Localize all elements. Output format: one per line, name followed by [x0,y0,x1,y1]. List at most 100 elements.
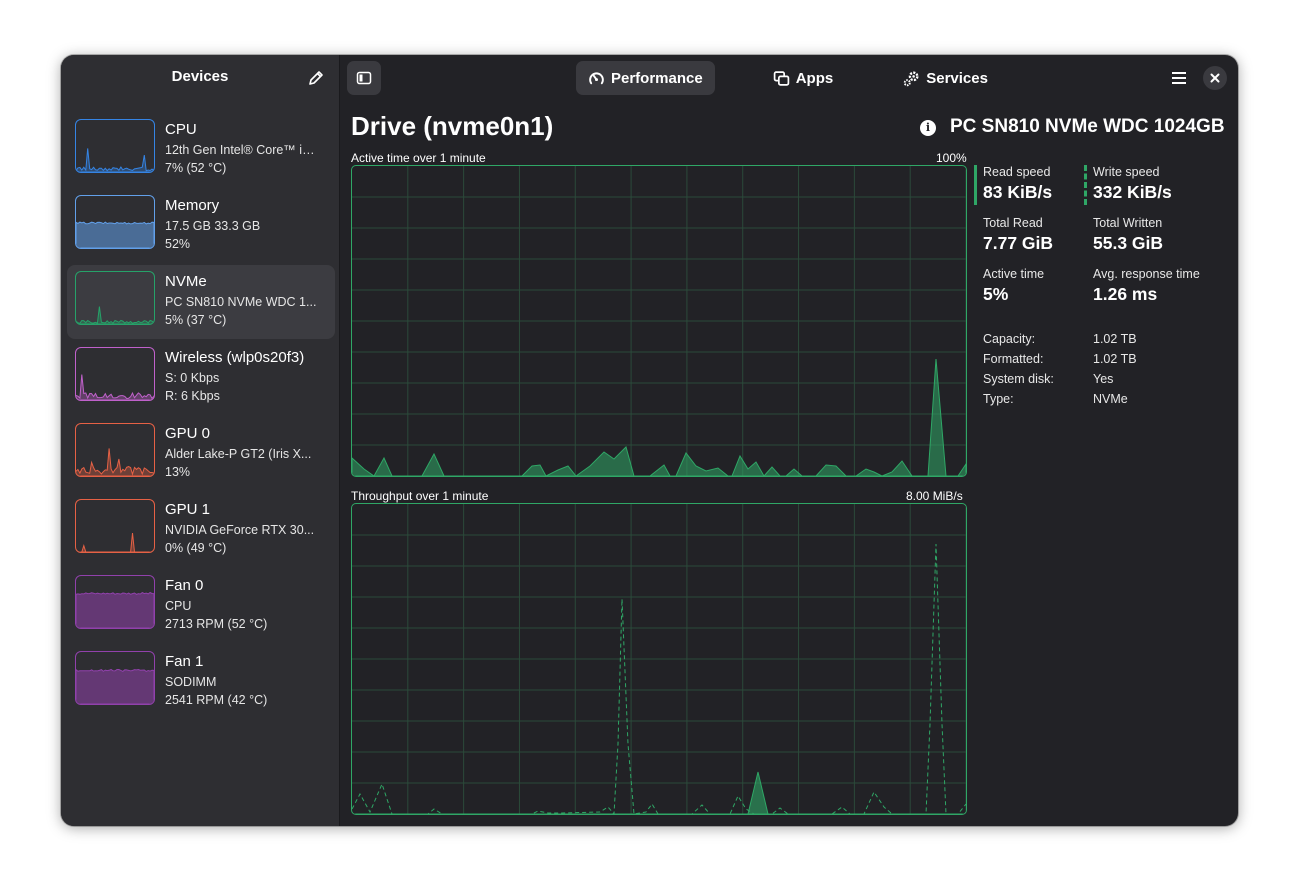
read-speed-label: Read speed [983,165,1051,179]
sidebar-device-item[interactable]: Wireless (wlp0s20f3) S: 0 Kbps R: 6 Kbps [67,341,335,415]
main-menu-button[interactable] [1166,65,1192,91]
device-sparkline [76,374,154,400]
device-sparkline-area [76,148,154,172]
device-sparkline [76,591,154,628]
device-detail-line2: 52% [165,237,191,251]
device-detail-line2: 13% [165,465,191,479]
page-title: Drive (nvme0n1) [351,111,554,141]
throughput-graph-max: 8.00 MiB/s [906,489,963,503]
active-graph-label: Active time over 1 minute [351,151,486,165]
prop-system-disk-key: System disk: [983,372,1054,386]
sidebar-device-item[interactable]: Memory 17.5 GB 33.3 GB 52% [67,189,335,263]
total-written-label: Total Written [1093,216,1163,230]
write-speed-legend [1084,165,1087,205]
sidebar: Devices CPU 12th Gen Intel® Core™ i7-... 7… [61,55,340,826]
prop-system-disk-value: Yes [1093,372,1114,386]
sidebar-header: Devices [61,55,339,101]
write-speed-stat: Write speed 332 KiB/s [1084,165,1172,205]
tab-apps-label: Apps [795,69,834,87]
device-sparkline [76,148,154,172]
edit-button[interactable] [303,65,329,91]
write-speed-label: Write speed [1093,165,1160,179]
pencil-icon [309,71,323,85]
device-graph-thumbnail [75,651,155,705]
read-speed-value: 83 KiB/s [983,182,1053,202]
device-graph-thumbnail [75,195,155,249]
device-detail-line1: SODIMM [165,675,217,689]
device-sparkline-area [76,306,154,324]
active-time-label: Active time [983,267,1045,281]
device-sparkline [76,306,154,324]
total-written-stat: Total Written 55.3 GiB [1093,216,1163,254]
prop-formatted-key: Formatted: [983,352,1044,366]
device-sparkline [76,533,154,552]
read-speed-stat: Read speed 83 KiB/s [974,165,1053,205]
write-throughput-line [352,543,966,814]
sidebar-device-item[interactable]: CPU 12th Gen Intel® Core™ i7-... 7% (52 °C… [67,113,335,187]
total-read-stat: Total Read 7.77 GiB [983,216,1053,254]
tab-apps[interactable]: Apps [761,61,846,95]
prop-type-value: NVMe [1093,392,1128,406]
total-read-value: 7.77 GiB [983,233,1054,253]
read-speed-legend [974,165,977,205]
sidebar-title: Devices [171,68,229,85]
sidebar-device-item[interactable]: GPU 0 Alder Lake-P GT2 (Iris X... 13% [67,417,335,491]
gauge-icon [589,71,604,84]
tab-performance[interactable]: Performance [576,61,715,95]
active-time-value: 5% [983,284,1009,304]
avg-response-value: 1.26 ms [1093,284,1158,304]
device-graph-thumbnail [75,271,155,325]
sidebar-toggle-button[interactable] [347,61,381,95]
sidebar-icon [356,71,372,85]
throughput-graph-label: Throughput over 1 minute [351,489,489,503]
main-area: Performance Apps Services Drive (nvme0n1… [340,55,1238,826]
device-name: Fan 0 [165,577,204,594]
sidebar-device-item[interactable]: GPU 1 NVIDIA GeForce RTX 30... 0% (49 °C) [67,493,335,567]
active-time-graph [351,165,967,477]
active-time-plot [352,166,966,476]
device-name: Fan 1 [165,653,204,670]
device-sparkline [76,221,154,248]
services-icon [903,70,919,86]
device-graph-thumbnail [75,119,155,173]
sidebar-device-item[interactable]: NVMe PC SN810 NVMe WDC 1... 5% (37 °C) [67,265,335,339]
device-detail-line1: S: 0 Kbps [165,371,220,385]
device-detail-line1: CPU [165,599,192,613]
avg-response-stat: Avg. response time 1.26 ms [1093,267,1200,305]
device-name: GPU 0 [165,425,211,442]
prop-type-key: Type: [983,392,1014,406]
prop-capacity-key: Capacity: [983,332,1036,346]
header-bar: Performance Apps Services [340,55,1238,101]
device-list: CPU 12th Gen Intel® Core™ i7-... 7% (52 °C… [67,113,335,721]
close-icon [1210,73,1220,83]
device-detail-line2: 2541 RPM (42 °C) [165,693,268,707]
device-detail-line1: 17.5 GB 33.3 GB [165,219,261,233]
device-sparkline-area [76,448,154,476]
device-detail-line2: 5% (37 °C) [165,313,227,327]
tab-services[interactable]: Services [891,61,1000,95]
sidebar-device-item[interactable]: Fan 0 CPU 2713 RPM (52 °C) [67,569,335,643]
view-switcher: Performance Apps Services [576,61,1046,95]
prop-formatted-value: 1.02 TB [1093,352,1137,366]
device-graph-thumbnail [75,347,155,401]
device-sparkline-area [76,221,154,248]
device-graph-thumbnail [75,423,155,477]
close-button[interactable] [1203,66,1227,90]
device-name: GPU 1 [165,501,211,518]
sidebar-device-item[interactable]: Fan 1 SODIMM 2541 RPM (42 °C) [67,645,335,719]
device-detail-line1: PC SN810 NVMe WDC 1... [165,295,317,309]
device-detail-line2: R: 6 Kbps [165,389,220,403]
active-graph-max: 100% [936,151,967,165]
prop-capacity-value: 1.02 TB [1093,332,1137,346]
total-written-value: 55.3 GiB [1093,233,1164,253]
device-detail-line1: NVIDIA GeForce RTX 30... [165,523,315,537]
device-detail-line1: Alder Lake-P GT2 (Iris X... [165,447,312,461]
tab-performance-label: Performance [611,69,703,87]
device-detail-line1: 12th Gen Intel® Core™ i7-... [165,143,320,157]
hamburger-menu-icon [1172,72,1186,84]
throughput-graph [351,503,967,815]
device-sparkline-area [76,591,154,628]
device-sparkline-area [76,374,154,400]
device-detail-line2: 7% (52 °C) [165,161,227,175]
info-icon[interactable]: i [920,120,936,136]
